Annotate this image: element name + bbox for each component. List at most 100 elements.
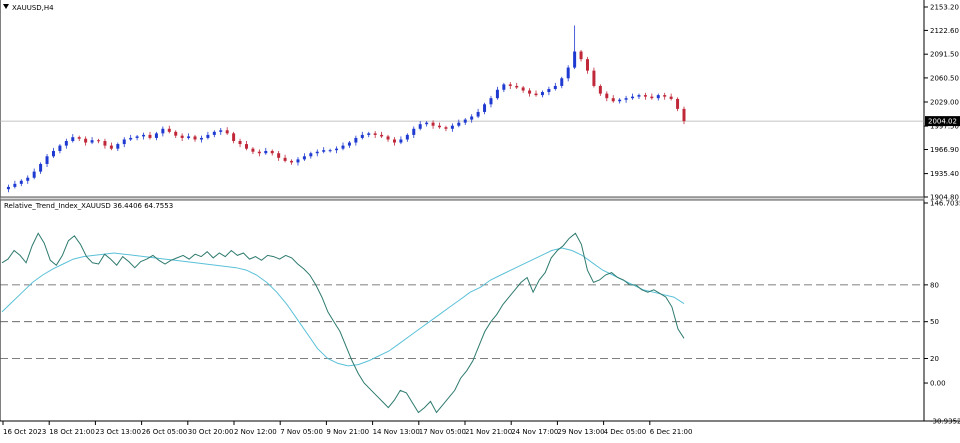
candle-body xyxy=(521,87,525,91)
candle-body xyxy=(103,141,107,146)
candle-body xyxy=(669,96,673,99)
candle-body xyxy=(663,95,667,97)
candle-body xyxy=(598,85,602,94)
candle-body xyxy=(302,156,306,160)
price-tick-label: 1966.90 xyxy=(930,146,959,154)
candle-body xyxy=(97,140,101,142)
candle-body xyxy=(51,150,55,157)
candle-body xyxy=(457,122,461,126)
candle-body xyxy=(32,171,36,178)
candle-body xyxy=(77,137,81,139)
candle-body xyxy=(515,85,519,88)
candle-body xyxy=(129,137,133,140)
candle-body xyxy=(84,138,88,143)
candle-body xyxy=(470,116,474,120)
candle-body xyxy=(154,133,158,138)
indicator-panel[interactable]: 146.7035 80 50 20 0.00 -30.9352 xyxy=(0,200,960,426)
candle-body xyxy=(135,136,139,138)
indicator-tick-label: 0.00 xyxy=(930,380,946,388)
candle-body xyxy=(399,139,403,143)
current-price-label: 2004.02 xyxy=(928,118,957,126)
candle-body xyxy=(631,96,635,99)
indicator-tick-label: 20 xyxy=(930,355,939,363)
candle-body xyxy=(585,59,589,71)
price-tick-label: 2029.00 xyxy=(930,99,959,107)
window-title: XAUUSD,H4 xyxy=(12,4,54,12)
candle-body xyxy=(605,93,609,99)
time-label: 16 Oct 2023 xyxy=(3,428,46,436)
price-tick-label: 1935.40 xyxy=(930,170,959,178)
candle-body xyxy=(528,90,532,94)
candle-body xyxy=(463,119,467,123)
candle-body xyxy=(367,133,371,135)
candle-body xyxy=(347,142,351,146)
time-label: 30 Oct 20:00 xyxy=(188,428,234,436)
chart-window[interactable]: 2153.20 2122.60 2091.50 2060.50 2029.00 1997.… xyxy=(0,0,960,439)
candle-body xyxy=(64,141,68,146)
candle-body xyxy=(174,131,178,136)
candle-body xyxy=(386,136,390,140)
candle-body xyxy=(142,134,146,137)
candle-body xyxy=(656,95,660,99)
candle-body xyxy=(560,78,564,86)
candle-body xyxy=(6,186,10,190)
time-label: 21 Nov 21:00 xyxy=(465,428,512,436)
time-label: 17 Nov 05:00 xyxy=(419,428,466,436)
candle-body xyxy=(277,153,281,158)
candle-body xyxy=(45,156,49,164)
candle-body xyxy=(476,111,480,117)
candle-body xyxy=(418,124,422,129)
candle-body xyxy=(39,163,43,172)
candle-body xyxy=(341,145,345,149)
candle-body xyxy=(489,98,493,105)
time-label: 24 Nov 17:00 xyxy=(511,428,558,436)
candle-body xyxy=(624,98,628,100)
candle-body xyxy=(483,104,487,112)
candle-body xyxy=(257,151,261,154)
candle-body xyxy=(19,180,23,184)
candle-body xyxy=(315,151,319,154)
candle-body xyxy=(592,70,596,86)
candle-body xyxy=(650,96,654,99)
candle-body xyxy=(251,148,255,152)
candle-body xyxy=(444,127,448,129)
panel-separator[interactable] xyxy=(0,196,925,201)
time-label: 26 Oct 05:00 xyxy=(142,428,188,436)
candle-body xyxy=(495,89,499,99)
candle-body xyxy=(161,128,165,134)
candle-body xyxy=(283,157,287,161)
rti-line xyxy=(1,232,685,414)
time-label: 7 Nov 05:00 xyxy=(280,428,323,436)
candle-body xyxy=(109,145,113,149)
candle-body xyxy=(431,122,435,126)
candle-body xyxy=(71,137,75,142)
candle-body xyxy=(373,133,377,135)
candle-body xyxy=(167,128,171,132)
candle-body xyxy=(335,148,339,151)
candle-body xyxy=(206,134,210,138)
triangle-down-icon[interactable] xyxy=(3,4,9,9)
price-tick-label: 2091.50 xyxy=(930,51,959,59)
signal-line xyxy=(1,247,685,367)
candle-body xyxy=(637,95,641,97)
candle-body xyxy=(643,95,647,97)
candle-body xyxy=(547,88,551,93)
indicator-label: Relative_Trend_Index_XAUUSD 36.4406 64.7… xyxy=(4,202,173,210)
indicator-tick-label: 50 xyxy=(930,318,939,326)
candle-body xyxy=(58,145,62,151)
time-label: 18 Oct 21:00 xyxy=(49,428,95,436)
candle-body xyxy=(244,144,248,149)
time-label: 29 Nov 13:00 xyxy=(557,428,604,436)
candle-body xyxy=(553,85,557,89)
candle-body xyxy=(676,98,680,109)
candle-body xyxy=(450,125,454,129)
candle-body xyxy=(540,92,544,96)
chart-canvas[interactable]: 2153.202122.602091.502060.502029.001997.… xyxy=(0,0,960,439)
candle-body xyxy=(392,139,396,143)
indicator-tick-label: 146.7035 xyxy=(930,200,960,208)
price-panel[interactable]: 2153.202122.602091.502060.502029.001997.… xyxy=(0,4,960,202)
candle-body xyxy=(290,160,294,163)
candle-body xyxy=(238,141,242,145)
candle-body xyxy=(502,84,506,90)
candle-body xyxy=(219,130,223,132)
